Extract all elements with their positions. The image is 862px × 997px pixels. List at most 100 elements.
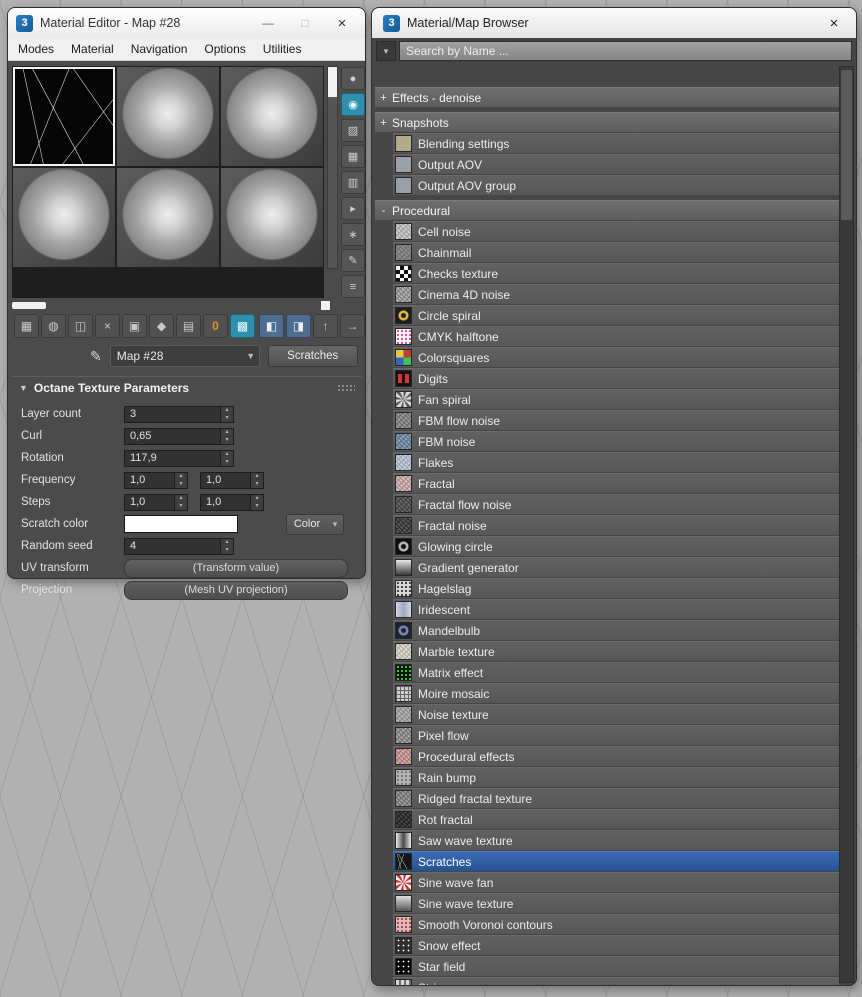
put-to-library-button[interactable]: ▤ (176, 314, 201, 338)
menu-modes[interactable]: Modes (18, 42, 54, 56)
spinner-arrows[interactable]: ▴ ▾ (174, 494, 187, 510)
material-map-navigator-button[interactable]: ≡ (341, 275, 365, 298)
group-header-procedural[interactable]: - Procedural (375, 200, 839, 220)
map-item-checks-texture[interactable]: Checks texture (393, 263, 839, 283)
browser-scrollbar-thumb[interactable] (841, 70, 852, 220)
go-forward-to-sibling-button[interactable]: → (340, 314, 365, 338)
reset-map-button[interactable]: × (95, 314, 120, 338)
make-material-copy-button[interactable]: ▣ (122, 314, 147, 338)
spinner-field[interactable]: 1,0 ▴ ▾ (200, 471, 264, 489)
spinner-arrows[interactable]: ▴ ▾ (220, 450, 233, 466)
menu-utilities[interactable]: Utilities (263, 42, 302, 56)
color-swatch[interactable] (124, 515, 238, 533)
map-item-rot-fractal[interactable]: Rot fractal (393, 809, 839, 829)
spinner-up-icon[interactable]: ▴ (221, 407, 233, 415)
spinner-up-icon[interactable]: ▴ (221, 539, 233, 547)
color-mode-dropdown[interactable]: Color ▾ (286, 513, 344, 535)
spinner-arrows[interactable]: ▴ ▾ (174, 472, 187, 488)
rollout-collapse-icon[interactable]: ▼ (19, 383, 28, 393)
material-slot[interactable] (117, 168, 219, 267)
map-item-output-aov[interactable]: Output AOV (393, 154, 839, 174)
map-item-scratches[interactable]: Scratches (393, 851, 839, 871)
browser-titlebar[interactable]: 3 Material/Map Browser × (372, 8, 856, 38)
group-header-snapshots[interactable]: + Snapshots (375, 112, 839, 132)
map-item-fractal[interactable]: Fractal (393, 473, 839, 493)
spinner-up-icon[interactable]: ▴ (175, 473, 187, 481)
map-item-star-field[interactable]: Star field (393, 956, 839, 976)
map-item-chainmail[interactable]: Chainmail (393, 242, 839, 262)
map-item-mandelbulb[interactable]: Mandelbulb (393, 620, 839, 640)
rollout-header[interactable]: ▼ Octane Texture Parameters (12, 376, 362, 399)
material-slot[interactable] (13, 168, 115, 267)
options-button[interactable]: ∗ (341, 223, 365, 246)
spinner-field[interactable]: 1,0 ▴ ▾ (200, 493, 264, 511)
map-item-ridged-fractal-texture[interactable]: Ridged fractal texture (393, 788, 839, 808)
spinner-up-icon[interactable]: ▴ (175, 495, 187, 503)
spinner-up-icon[interactable]: ▴ (251, 495, 263, 503)
show-end-result-button[interactable]: ◧ (259, 314, 284, 338)
map-item-rain-bump[interactable]: Rain bump (393, 767, 839, 787)
map-item-matrix-effect[interactable]: Matrix effect (393, 662, 839, 682)
slot-vscroll-thumb[interactable] (328, 67, 337, 97)
group-header-effects-denoise[interactable]: + Effects - denoise (375, 87, 839, 107)
spinner-arrows[interactable]: ▴ ▾ (220, 406, 233, 422)
editor-titlebar[interactable]: 3 Material Editor - Map #28 — □ × (8, 8, 365, 38)
map-item-flakes[interactable]: Flakes (393, 452, 839, 472)
spinner-field[interactable]: 117,9 ▴ ▾ (124, 449, 234, 467)
generate-preview-button[interactable]: ▸ (341, 197, 365, 220)
map-item-stripes[interactable]: Stripes (393, 977, 839, 985)
spinner-down-icon[interactable]: ▾ (221, 414, 233, 422)
map-item-sine-wave-fan[interactable]: Sine wave fan (393, 872, 839, 892)
spinner-field[interactable]: 1,0 ▴ ▾ (124, 471, 188, 489)
material-slot[interactable] (221, 168, 323, 267)
browser-scrollbar[interactable] (839, 66, 854, 983)
spinner-arrows[interactable]: ▴ ▾ (220, 428, 233, 444)
map-item-fan-spiral[interactable]: Fan spiral (393, 389, 839, 409)
slot-hscroll-thumb[interactable] (12, 301, 46, 309)
material-slot[interactable] (13, 67, 115, 166)
go-to-parent-button[interactable]: ↑ (313, 314, 338, 338)
map-item-cell-noise[interactable]: Cell noise (393, 221, 839, 241)
spinner-down-icon[interactable]: ▾ (175, 480, 187, 488)
spinner-arrows[interactable]: ▴ ▾ (220, 538, 233, 554)
spinner-arrows[interactable]: ▴ ▾ (250, 494, 263, 510)
material-slot[interactable] (221, 67, 323, 166)
map-item-digits[interactable]: Digits (393, 368, 839, 388)
browser-options-dropdown[interactable]: ▼ (376, 41, 396, 61)
backlight-button[interactable]: ◉ (341, 93, 365, 116)
pick-material-icon[interactable]: ✎ (90, 348, 102, 365)
material-slot[interactable] (117, 67, 219, 166)
map-item-sine-wave-texture[interactable]: Sine wave texture (393, 893, 839, 913)
map-item-cinema-4d-noise[interactable]: Cinema 4D noise (393, 284, 839, 304)
map-item-procedural-effects[interactable]: Procedural effects (393, 746, 839, 766)
spinner-up-icon[interactable]: ▴ (251, 473, 263, 481)
map-item-fractal-flow-noise[interactable]: Fractal flow noise (393, 494, 839, 514)
browser-close-button[interactable]: × (823, 15, 845, 32)
map-item-iridescent[interactable]: Iridescent (393, 599, 839, 619)
put-material-to-scene-button[interactable]: ◍ (41, 314, 66, 338)
uv-transform-button[interactable]: (Transform value) (124, 558, 348, 578)
spinner-down-icon[interactable]: ▾ (175, 502, 187, 510)
spinner-field[interactable]: 3 ▴ ▾ (124, 405, 234, 423)
video-color-check-button[interactable]: ▥ (341, 171, 365, 194)
close-button[interactable]: × (327, 12, 357, 34)
background-button[interactable]: ▨ (341, 119, 365, 142)
menu-options[interactable]: Options (204, 42, 245, 56)
material-id-channel-button[interactable]: 0 (203, 314, 228, 338)
spinner-down-icon[interactable]: ▾ (221, 546, 233, 554)
map-item-cmyk-halftone[interactable]: CMYK halftone (393, 326, 839, 346)
map-item-blending-settings[interactable]: Blending settings (393, 133, 839, 153)
spinner-field[interactable]: 4 ▴ ▾ (124, 537, 234, 555)
map-item-colorsquares[interactable]: Colorsquares (393, 347, 839, 367)
maximize-button[interactable]: □ (290, 12, 320, 34)
map-item-fbm-flow-noise[interactable]: FBM flow noise (393, 410, 839, 430)
map-item-circle-spiral[interactable]: Circle spiral (393, 305, 839, 325)
make-unique-button[interactable]: ◆ (149, 314, 174, 338)
map-item-fractal-noise[interactable]: Fractal noise (393, 515, 839, 535)
projection-button[interactable]: (Mesh UV projection) (124, 580, 348, 600)
map-item-pixel-flow[interactable]: Pixel flow (393, 725, 839, 745)
map-item-noise-texture[interactable]: Noise texture (393, 704, 839, 724)
minimize-button[interactable]: — (253, 12, 283, 34)
spinner-field[interactable]: 0,65 ▴ ▾ (124, 427, 234, 445)
spinner-field[interactable]: 1,0 ▴ ▾ (124, 493, 188, 511)
